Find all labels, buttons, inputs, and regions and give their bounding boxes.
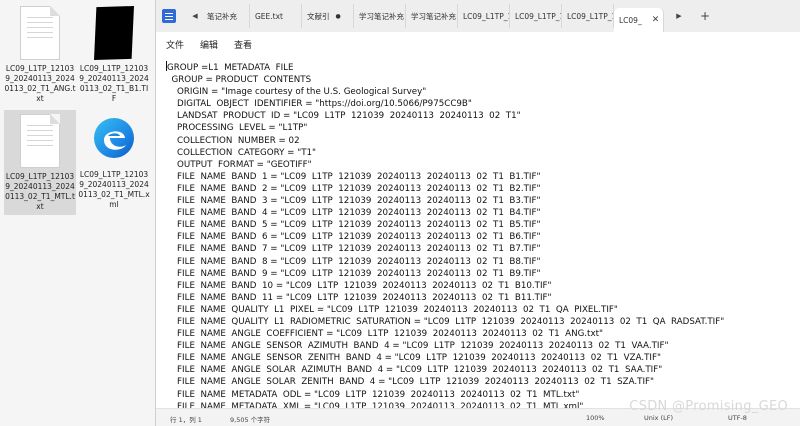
notepad-window: ◀ 笔记补充 GEE.txt 文献引 ● 学习笔记补充 学习笔记补充 LC09_L… [155,0,800,426]
text-file-icon [20,6,60,60]
editor-line: FILE NAME BAND 3 = "LC09 L1TP 121039 202… [166,196,541,207]
editor-line-text: GROUP =L1 METADATA FILE [167,63,294,73]
scroll-tabs-right-icon[interactable]: ▶ [672,12,686,20]
editor-line: OUTPUT FORMAT = "GEOTIFF" [166,159,312,170]
editor-line: GROUP =L1 METADATA FILE [166,61,790,74]
unsaved-dot-icon: ● [335,12,341,20]
close-tab-icon[interactable]: ✕ [652,15,660,25]
menu-file[interactable]: 文件 [166,38,184,51]
editor-line: FILE NAME ANGLE SOLAR ZENITH BAND 4 = "L… [166,377,655,388]
editor-line: FILE NAME BAND 9 = "LC09 L1TP 121039 202… [166,268,541,279]
tab-label: 笔记补充 [207,11,237,21]
tab-active[interactable]: LC09_ ✕ [614,8,664,32]
menu-edit[interactable]: 编辑 [200,38,218,51]
encoding: UTF-8 [728,414,747,422]
cursor-position: 行 1，列 1 [170,416,202,424]
tab-7[interactable]: LC09_L1TP_12 [510,4,562,28]
editor-line: ORIGIN = "Image courtesy of the U.S. Geo… [166,87,427,98]
tab-5[interactable]: 学习笔记补充 [406,4,458,28]
editor-line: FILE NAME ANGLE SENSOR ZENITH BAND 4 = "… [166,353,661,364]
new-tab-icon[interactable]: + [700,9,710,23]
editor-line: GROUP = PRODUCT CONTENTS [166,75,312,86]
editor-line: FILE NAME QUALITY L1 RADIOMETRIC SATURAT… [166,316,725,327]
editor-line: FILE NAME BAND 1 = "LC09 L1TP 121039 202… [166,171,541,182]
desktop-file-mtl-txt[interactable]: LC09_L1TP_121039_20240113_20240113_02_T1… [4,110,76,215]
editor-line: PROCESSING LEVEL = "L1TP" [166,123,308,134]
editor-line: FILE NAME BAND 4 = "LC09 L1TP 121039 202… [166,208,541,219]
editor-line: FILE NAME ANGLE COEFFICIENT = "LC09 L1TP… [166,329,604,340]
editor-line: FILE NAME BAND 10 = "LC09 L1TP 121039 20… [166,280,552,291]
editor-line: FILE NAME BAND 8 = "LC09 L1TP 121039 202… [166,256,541,267]
char-count: 9,505 个字符 [230,416,271,424]
tab-label: LC09_L1TP_12 [463,11,509,21]
line-ending: Unix (LF) [644,414,674,422]
text-file-icon [20,114,60,168]
editor-line: COLLECTION NUMBER = 02 [166,135,300,146]
editor-line: FILE NAME ANGLE SENSOR AZIMUTH BAND 4 = … [166,341,669,352]
menu-view[interactable]: 查看 [234,38,252,51]
notepad-app-icon [162,9,176,23]
tab-bar: ◀ 笔记补充 GEE.txt 文献引 ● 学习笔记补充 学习笔记补充 LC09_L… [156,0,800,32]
editor-line: DIGITAL OBJECT IDENTIFIER = "https://doi… [166,99,472,110]
editor-line: FILE NAME ANGLE SOLAR AZIMUTH BAND 4 = "… [166,365,663,376]
desktop-file-b1-tif[interactable]: LC09_L1TP_121039_20240113_20240113_02_T1… [78,6,150,104]
edge-browser-icon [94,118,134,158]
file-label: LC09_L1TP_121039_20240113_20240113_02_T1… [5,172,75,211]
tab-label: 学习笔记补充 [359,11,404,21]
tab-6[interactable]: LC09_L1TP_12 [458,4,510,28]
editor-line: FILE NAME BAND 7 = "LC09 L1TP 121039 202… [166,244,541,255]
menu-bar: 文件 编辑 查看 [156,32,800,56]
file-label: LC09_L1TP_121039_20240113_20240113_02_T1… [78,170,150,209]
scroll-tabs-left-icon[interactable]: ◀ [188,12,202,20]
file-label: LC09_L1TP_121039_20240113_20240113_02_T1… [79,64,149,103]
tif-image-icon [94,6,134,60]
editor-line: LANDSAT PRODUCT ID = "LC09 L1TP 121039 2… [166,111,521,122]
editor-line: FILE NAME BAND 5 = "LC09 L1TP 121039 202… [166,220,541,231]
editor-line: FILE NAME BAND 2 = "LC09 L1TP 121039 202… [166,183,541,194]
watermark: CSDN @Promising_GEO [629,399,788,414]
tab-8[interactable]: LC09_L1TP_12 [562,4,614,28]
desktop-file-mtl-xml[interactable]: LC09_L1TP_121039_20240113_20240113_02_T1… [78,112,150,210]
tab-1[interactable]: 笔记补充 [202,4,250,28]
tab-2[interactable]: GEE.txt [250,4,302,28]
tab-label: 文献引 [307,11,330,21]
tab-label: GEE.txt [255,11,283,21]
desktop-file-ang-txt[interactable]: LC09_L1TP_121039_20240113_20240113_02_T1… [4,6,76,104]
desktop: LC09_L1TP_121039_20240113_20240113_02_T1… [0,0,155,426]
tab-label: LC09_ [619,15,642,25]
editor-line: FILE NAME QUALITY L1 PIXEL = "LC09 L1TP … [166,304,618,315]
tab-label: LC09_L1TP_12 [515,11,561,21]
tab-label: LC09_L1TP_12 [567,11,613,21]
text-editor[interactable]: GROUP =L1 METADATA FILE GROUP = PRODUCT … [156,56,800,408]
tab-4[interactable]: 学习笔记补充 [354,4,406,28]
tab-3[interactable]: 文献引 ● [302,4,354,28]
editor-line: FILE NAME BAND 11 = "LC09 L1TP 121039 20… [166,292,552,303]
tab-label: 学习笔记补充 [411,11,456,21]
editor-line: COLLECTION CATEGORY = "T1" [166,147,317,158]
editor-line: FILE NAME BAND 6 = "LC09 L1TP 121039 202… [166,232,541,243]
zoom-level: 100% [586,414,605,422]
file-label: LC09_L1TP_121039_20240113_20240113_02_T1… [4,64,76,103]
